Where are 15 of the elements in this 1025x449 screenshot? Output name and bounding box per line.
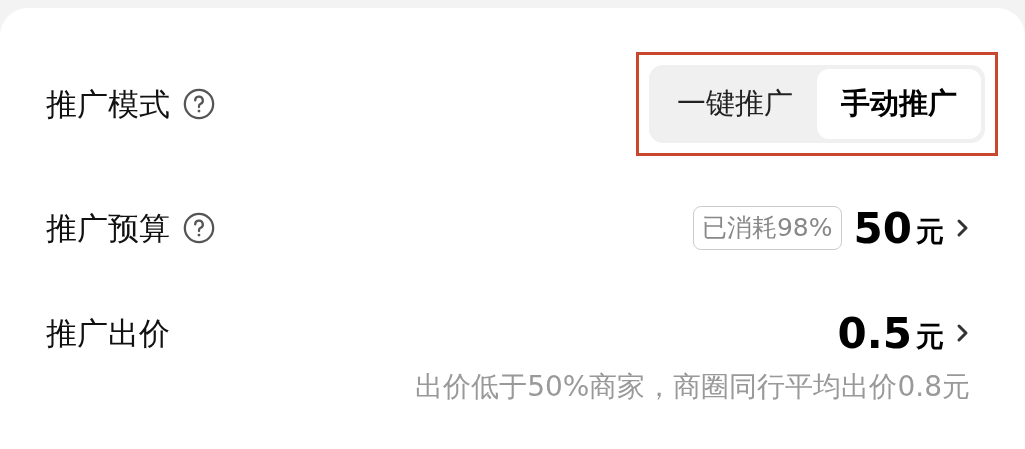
unit-text: 元 <box>916 319 944 355</box>
help-icon[interactable] <box>182 211 216 245</box>
consumed-tag: 已消耗98% <box>692 206 842 250</box>
setting-label: 推广模式 <box>46 84 170 124</box>
setting-label: 推广出价 <box>46 313 170 353</box>
unit-text: 元 <box>916 214 944 250</box>
chevron-right-icon <box>956 322 970 344</box>
setting-label: 推广预算 <box>46 208 170 248</box>
mode-tab[interactable]: 一键推广 <box>653 69 817 139</box>
amount-value: 50 <box>853 202 912 255</box>
chevron-right-icon <box>956 217 970 239</box>
amount-value: 0.5 <box>837 307 912 360</box>
bid-hint: 出价低于50%商家，商圈同行平均出价0.8元 <box>415 369 970 405</box>
help-icon[interactable] <box>182 87 216 121</box>
mode-tab[interactable]: 手动推广 <box>817 69 981 139</box>
